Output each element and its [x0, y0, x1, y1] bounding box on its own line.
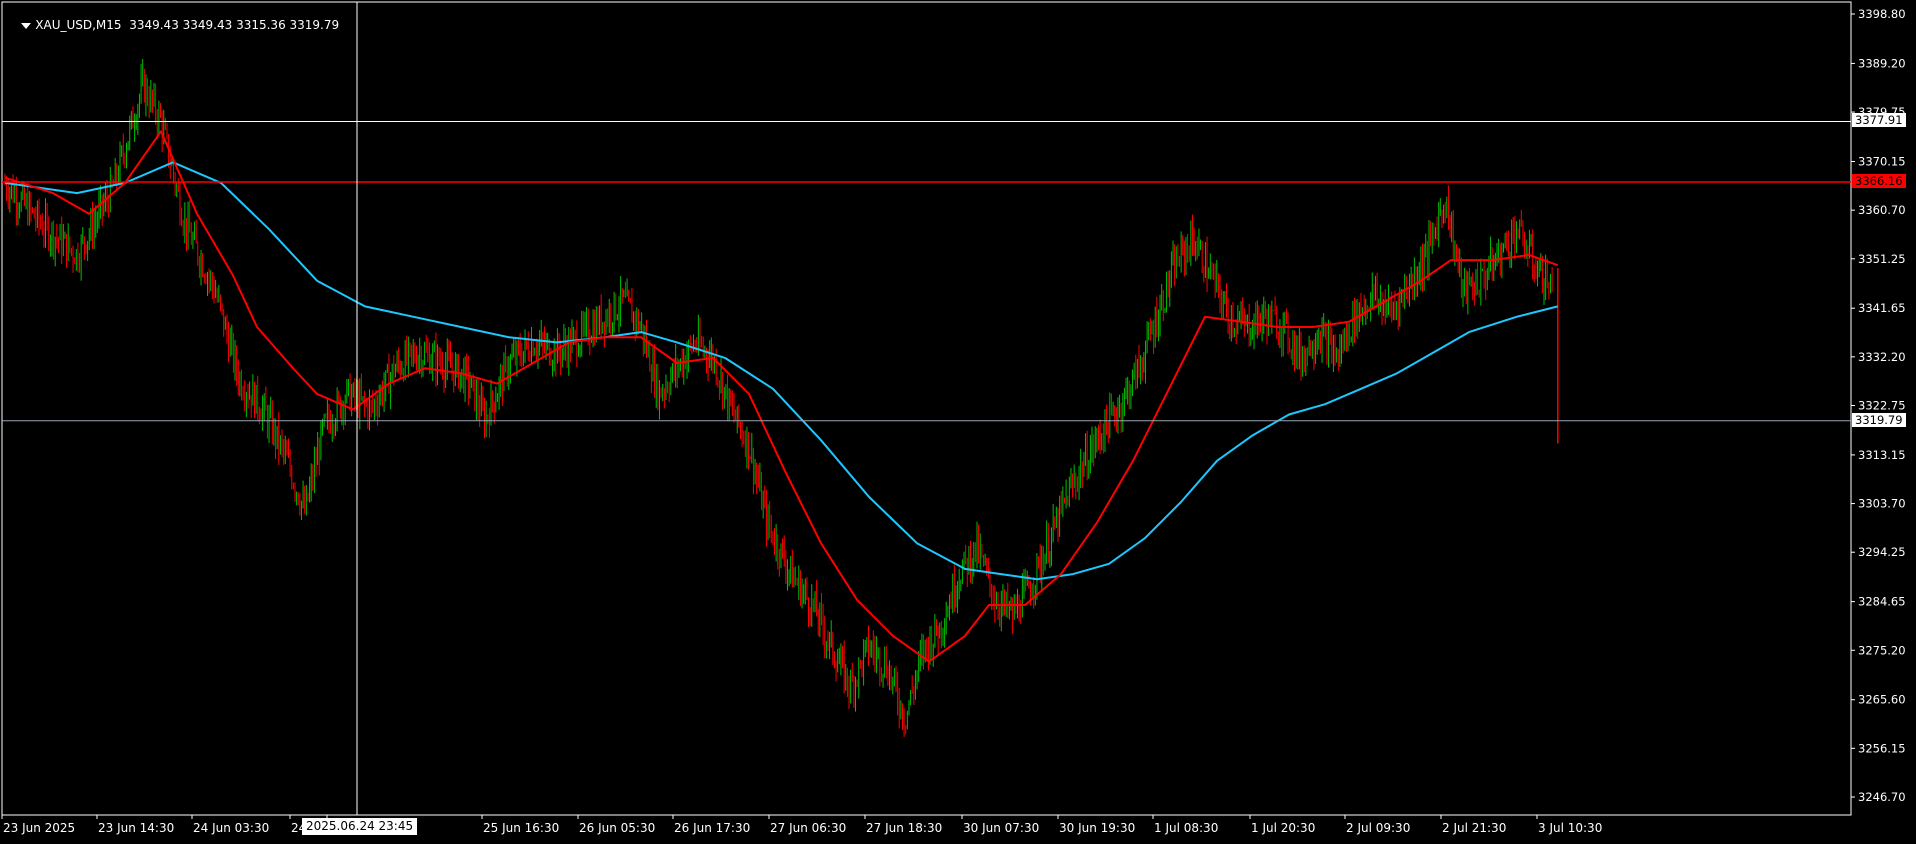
time-tick-label: 30 Jun 07:30 [963, 821, 1039, 835]
time-tick-label: 24 Jun 03:30 [193, 821, 269, 835]
time-tick-label: 27 Jun 18:30 [866, 821, 942, 835]
price-tick-label: 3265.60 [1858, 693, 1906, 707]
price-tick-label: 3332.20 [1858, 350, 1906, 364]
time-tick-label: 26 Jun 05:30 [579, 821, 655, 835]
price-tick-label: 3294.25 [1858, 545, 1906, 559]
current-price-label: 3319.79 [1852, 413, 1906, 427]
price-tick-label: 3351.25 [1858, 252, 1906, 266]
time-tick-label: 2 Jul 21:30 [1442, 821, 1506, 835]
time-tick-label: 2 Jul 09:30 [1346, 821, 1410, 835]
time-tick-label: 23 Jun 14:30 [98, 821, 174, 835]
candles [4, 59, 1553, 738]
price-tick-label: 3313.15 [1858, 448, 1906, 462]
price-tick-label: 3370.15 [1858, 154, 1906, 168]
ohlc-values: 3349.43 3349.43 3315.36 3319.79 [129, 18, 340, 32]
resistance-price-label: 3366.16 [1852, 174, 1906, 188]
time-tick-label: 30 Jun 19:30 [1059, 821, 1135, 835]
price-tick-label: 3341.65 [1858, 301, 1906, 315]
time-tick-label: 23 Jun 2025 [3, 821, 75, 835]
time-tick-label: 27 Jun 06:30 [770, 821, 846, 835]
time-tick-label: 26 Jun 17:30 [674, 821, 750, 835]
chart-menu-icon[interactable] [21, 22, 32, 29]
price-tick-label: 3322.75 [1858, 399, 1906, 413]
price-tick-label: 3246.70 [1858, 790, 1906, 804]
time-tick-label: 1 Jul 08:30 [1154, 821, 1218, 835]
price-tick-label: 3398.80 [1858, 7, 1906, 21]
price-chart[interactable]: 3398.803389.203379.753370.153360.703351.… [0, 0, 1916, 840]
price-tick-label: 3256.15 [1858, 741, 1906, 755]
crosshair-time-label: 2025.06.24 23:45 [302, 818, 418, 835]
time-tick-label: 3 Jul 10:30 [1538, 821, 1602, 835]
crosshair-price-label: 3377.91 [1852, 113, 1906, 127]
price-tick-label: 3284.65 [1858, 595, 1906, 609]
symbol-timeframe: XAU_USD,M15 [35, 18, 122, 32]
time-tick-label: 25 Jun 16:30 [483, 821, 559, 835]
chart-frame [1, 1, 1852, 816]
chart-area[interactable]: 3398.803389.203379.753370.153360.703351.… [0, 0, 1916, 840]
time-tick-label: 1 Jul 20:30 [1251, 821, 1315, 835]
symbol-header: XAU_USD,M15 3349.43 3349.43 3315.36 3319… [6, 4, 339, 46]
price-tick-label: 3303.70 [1858, 497, 1906, 511]
price-tick-label: 3389.20 [1858, 56, 1906, 70]
price-tick-label: 3275.20 [1858, 643, 1906, 657]
price-tick-label: 3360.70 [1858, 203, 1906, 217]
